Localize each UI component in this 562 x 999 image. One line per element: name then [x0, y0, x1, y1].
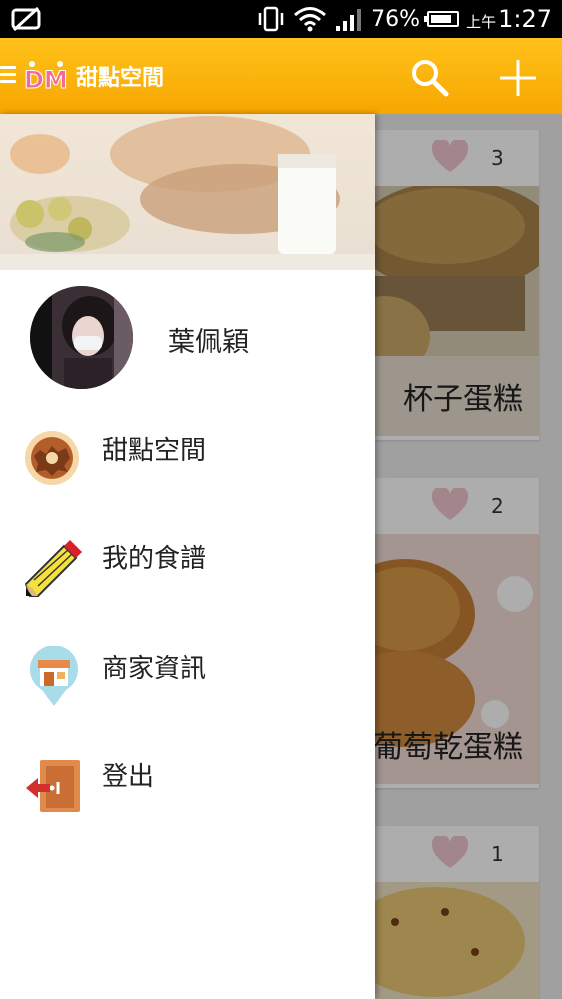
logout-door-icon — [26, 760, 80, 812]
battery-percent: 76% — [371, 6, 421, 32]
menu-item-logout[interactable]: 登出 — [0, 726, 375, 826]
clock: 上午1:27 — [466, 5, 552, 33]
app-bar: DM 甜點空間 — [0, 38, 562, 114]
menu-item-label: 商家資訊 — [102, 654, 207, 684]
app-logo: DM — [24, 61, 68, 94]
wifi-icon — [294, 7, 327, 32]
app-title: 甜點空間 — [76, 66, 165, 91]
signal-icon — [336, 9, 362, 31]
status-bar: 76% 上午1:27 — [0, 0, 562, 38]
navigation-drawer: 葉佩穎 甜點空間 我的食譜 商家資訊 登出 — [0, 114, 375, 999]
menu-item-label: 我的食譜 — [102, 544, 207, 574]
donut-icon — [25, 431, 79, 485]
svg-text:DM: DM — [24, 66, 68, 94]
no-sim-icon — [11, 6, 41, 32]
menu-item-label: 登出 — [102, 762, 155, 792]
plus-icon[interactable] — [498, 58, 538, 98]
menu-item-label: 甜點空間 — [102, 436, 207, 466]
user-profile[interactable]: 葉佩穎 — [0, 270, 375, 389]
battery-icon — [424, 11, 460, 27]
store-pin-icon — [30, 646, 78, 706]
user-name: 葉佩穎 — [168, 327, 249, 358]
search-icon[interactable] — [408, 56, 450, 98]
menu-icon[interactable] — [0, 66, 16, 84]
pencil-icon — [24, 540, 82, 597]
menu-item-store-info[interactable]: 商家資訊 — [0, 618, 375, 718]
drawer-header-image — [0, 114, 375, 270]
avatar[interactable] — [30, 286, 133, 389]
vibrate-icon — [258, 6, 284, 32]
menu-item-dessert-space[interactable]: 甜點空間 — [0, 400, 375, 500]
menu-item-my-recipes[interactable]: 我的食譜 — [0, 508, 375, 608]
